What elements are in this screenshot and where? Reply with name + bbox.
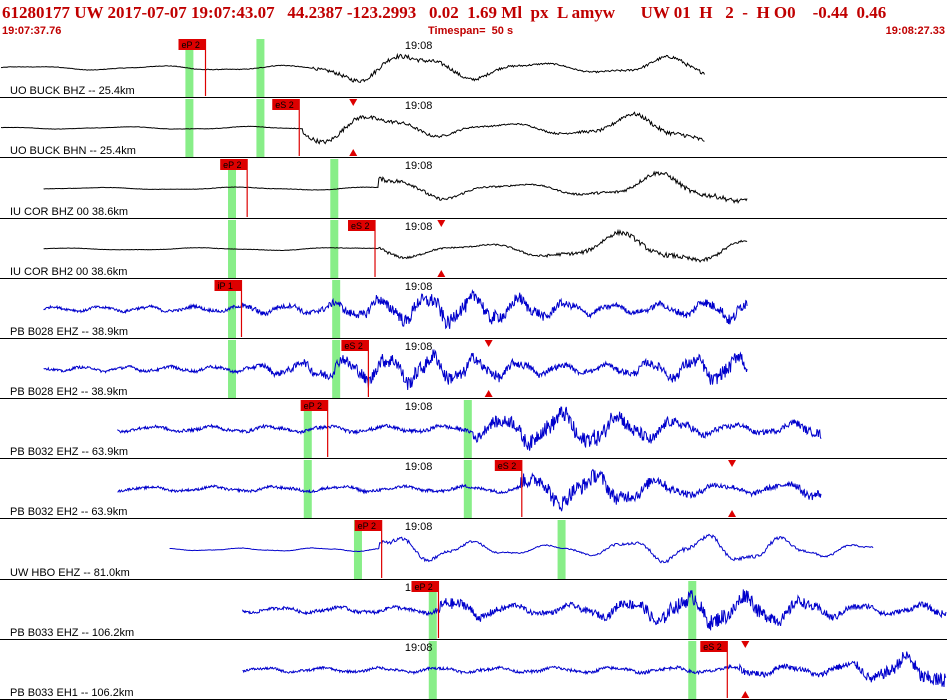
end-time: 19:08:27.33: [885, 25, 945, 37]
time-marker-label: 19:08: [405, 642, 433, 654]
phase-pick-label[interactable]: eP 2: [181, 40, 199, 50]
event-header: 61280177 UW 2017-07-07 19:07:43.07 44.23…: [0, 0, 947, 38]
time-marker-label: 19:08: [405, 521, 433, 533]
phase-pick-label[interactable]: eP 2: [414, 582, 432, 592]
phase-window-marker: [557, 520, 566, 579]
arrival-triangle-top: [741, 641, 750, 648]
phase-pick-label[interactable]: eP 2: [223, 160, 241, 170]
station-channel-label: UO BUCK BHZ -- 25.4km: [10, 85, 135, 97]
time-marker-label: 19:08: [405, 461, 433, 473]
phase-window-marker: [332, 340, 341, 398]
phase-pick-label[interactable]: eS 2: [703, 642, 722, 652]
station-channel-label: PB B033 EHZ -- 106.2km: [10, 627, 134, 639]
time-marker-label: 19:08: [405, 40, 433, 52]
station-channel-label: PB B032 EHZ -- 63.9km: [10, 446, 128, 458]
arrival-triangle-top: [728, 460, 737, 467]
station-channel-label: PB B028 EH2 -- 38.9km: [10, 386, 127, 398]
station-channel-label: PB B028 EHZ -- 38.9km: [10, 326, 128, 338]
seismogram-panels[interactable]: 19:08 eP 2 UO BUCK BHZ -- 25.4km 19:08 eS 2 U…: [0, 38, 947, 700]
trace-panel[interactable]: 19:08 eP 2 PB B032 EHZ -- 63.9km: [0, 400, 947, 459]
arrival-triangle-bottom: [349, 149, 358, 156]
phase-pick-label[interactable]: eP 2: [304, 401, 322, 411]
seismic-waveform: [43, 228, 748, 263]
phase-window-marker: [185, 99, 194, 157]
phase-pick-label[interactable]: eS 2: [351, 221, 370, 231]
phase-window-marker: [330, 220, 339, 278]
phase-window-marker: [463, 460, 472, 518]
time-marker-label: 19:08: [405, 160, 433, 172]
phase-window-marker: [303, 460, 312, 518]
station-channel-label: IU COR BHZ 00 38.6km: [10, 206, 128, 218]
trace-panel[interactable]: 19:08 eP 2 IU COR BHZ 00 38.6km: [0, 159, 947, 219]
station-channel-label: UO BUCK BHN -- 25.4km: [10, 145, 136, 157]
station-channel-label: PB B033 EH1 -- 106.2km: [10, 687, 134, 699]
arrival-triangle-bottom: [437, 270, 446, 277]
event-summary-title: 61280177 UW 2017-07-07 19:07:43.07 44.23…: [2, 3, 887, 22]
time-marker-label: 19:08: [405, 221, 433, 233]
trace-panel[interactable]: 19:08 eP 2 UW HBO EHZ -- 81.0km: [0, 520, 947, 580]
trace-panel[interactable]: 19:08 eS 2 PB B033 EH1 -- 106.2km: [0, 641, 947, 700]
time-marker-label: 19:08: [405, 341, 433, 353]
arrival-triangle-top: [349, 99, 358, 106]
seismic-waveform: [0, 111, 705, 145]
seismic-waveform: [242, 589, 947, 631]
time-marker-label: 19:08: [405, 401, 433, 413]
seismic-waveform: [43, 289, 748, 330]
timespan-label: Timespan= 50 s: [428, 25, 514, 37]
seismic-waveform: [43, 170, 748, 204]
seismic-waveform: [43, 349, 748, 391]
arrival-triangle-top: [484, 340, 493, 347]
time-marker-label: 19:08: [405, 100, 433, 112]
trace-panel[interactable]: 19:08 eS 2 UO BUCK BHN -- 25.4km: [0, 99, 947, 158]
arrival-triangle-top: [437, 220, 446, 227]
arrival-triangle-bottom: [484, 390, 493, 397]
trace-panel[interactable]: 19:08 eS 2 PB B028 EH2 -- 38.9km: [0, 340, 947, 399]
phase-window-marker: [688, 581, 697, 639]
trace-panel[interactable]: 19:08 eS 2 IU COR BH2 00 38.6km: [0, 220, 947, 279]
phase-pick-label[interactable]: eP 2: [358, 521, 376, 531]
time-marker-label: 19:08: [405, 281, 433, 293]
trace-panel[interactable]: 19:08 eP 2 UO BUCK BHZ -- 25.4km: [0, 39, 947, 98]
phase-window-marker: [332, 280, 341, 338]
seismic-waveform: [242, 651, 947, 688]
trace-panel[interactable]: 19:08eP 2PB B033 EHZ -- 106.2km: [0, 581, 947, 640]
arrival-triangle-bottom: [741, 691, 750, 698]
start-time: 19:07:37.76: [2, 25, 62, 37]
seismic-waveform: [0, 52, 705, 83]
seismic-waveform: [169, 533, 874, 564]
phase-pick-label[interactable]: eS 2: [275, 100, 294, 110]
phase-pick-label[interactable]: eS 2: [344, 341, 363, 351]
trace-panel[interactable]: 19:08 iP 1 PB B028 EHZ -- 38.9km: [0, 280, 947, 339]
trace-panel[interactable]: 19:08 eS 2 PB B032 EH2 -- 63.9km: [0, 460, 947, 519]
phase-window-marker: [256, 99, 265, 157]
station-channel-label: UW HBO EHZ -- 81.0km: [10, 567, 130, 579]
phase-pick-label[interactable]: eS 2: [498, 461, 517, 471]
station-channel-label: PB B032 EH2 -- 63.9km: [10, 506, 127, 518]
arrival-triangle-bottom: [728, 510, 737, 517]
phase-pick-label[interactable]: iP 1: [217, 281, 232, 291]
station-channel-label: IU COR BH2 00 38.6km: [10, 266, 127, 278]
